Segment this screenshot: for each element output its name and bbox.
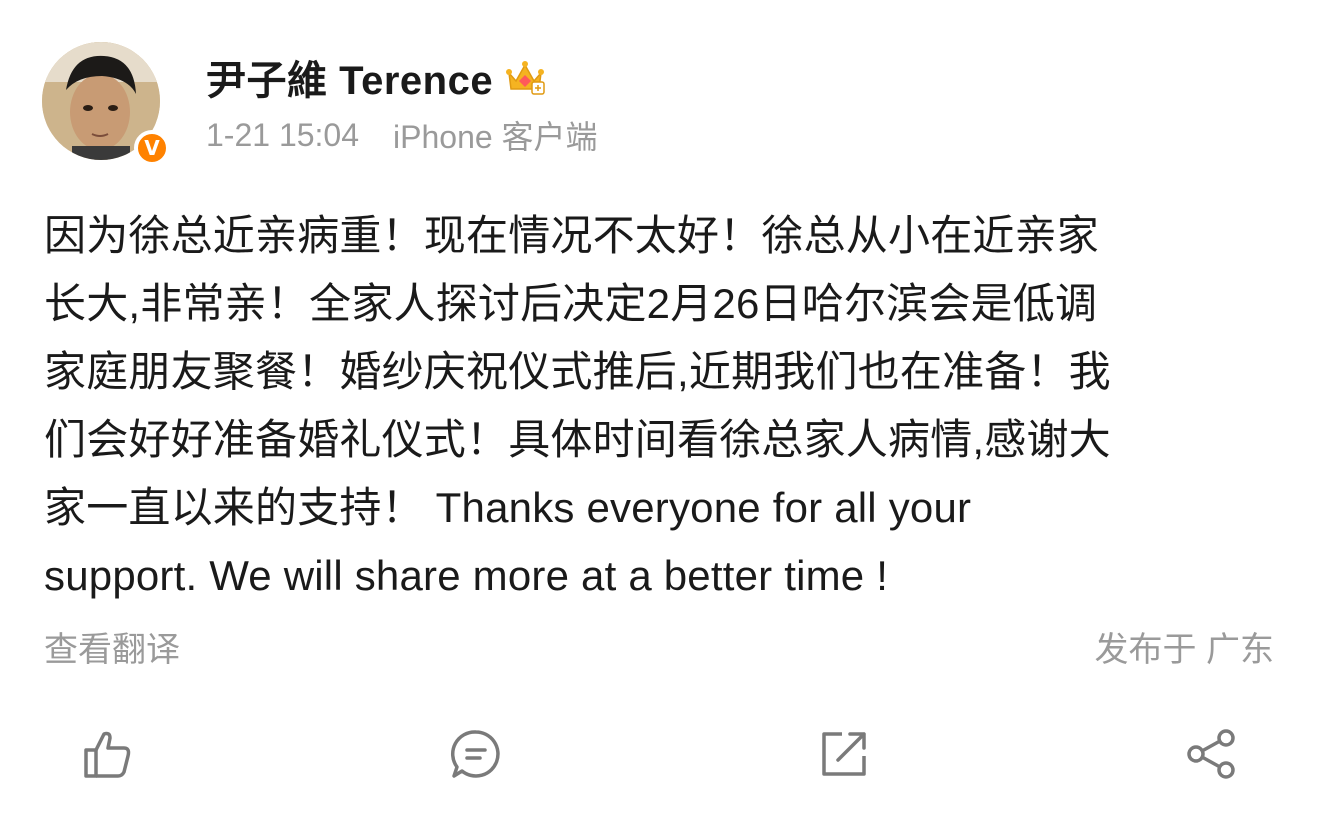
post-location: 发布于 广东 [1094, 631, 1274, 669]
repost-icon [822, 732, 866, 776]
comment-bubble-icon [451, 730, 500, 778]
post-text-line: 们会好好准备婚礼仪式！具体时间看徐总家人病情,感谢大 [44, 416, 1111, 463]
vip-crown-icon[interactable] [503, 55, 547, 99]
post-meta: 1-21 15:04 iPhone 客户端 [206, 112, 598, 158]
username-row: 尹子維 Terence [206, 50, 547, 104]
action-bar [0, 716, 1320, 796]
share-icon [1187, 729, 1235, 779]
thumbs-up-icon [84, 731, 131, 778]
post-text-line: 因为徐总近亲病重！现在情况不太好！徐总从小在近亲家 [44, 212, 1100, 259]
comment-button[interactable] [446, 724, 506, 784]
post-text-line: 家庭朋友聚餐！婚纱庆祝仪式推后,近期我们也在准备！我 [44, 348, 1111, 395]
like-button[interactable] [76, 724, 136, 784]
post-text-line: 长大,非常亲！全家人探讨后决定2月26日哈尔滨会是低调 [44, 280, 1098, 327]
avatar-container[interactable]: V [42, 42, 170, 166]
post-text: 因为徐总近亲病重！现在情况不太好！徐总从小在近亲家 长大,非常亲！全家人探讨后决… [44, 202, 1274, 610]
post-source: iPhone 客户端 [393, 119, 598, 155]
username[interactable]: 尹子維 Terence [206, 48, 493, 106]
post-text-line: 家一直以来的支持！ Thanks everyone for all your [44, 484, 972, 531]
verified-badge-icon: V [134, 130, 170, 166]
post-text-line: support. We will share more at a better … [44, 552, 889, 599]
post-timestamp: 1-21 15:04 [206, 116, 360, 153]
repost-button[interactable] [814, 724, 874, 784]
translate-link[interactable]: 查看翻译 [44, 622, 180, 671]
share-button[interactable] [1182, 724, 1242, 784]
